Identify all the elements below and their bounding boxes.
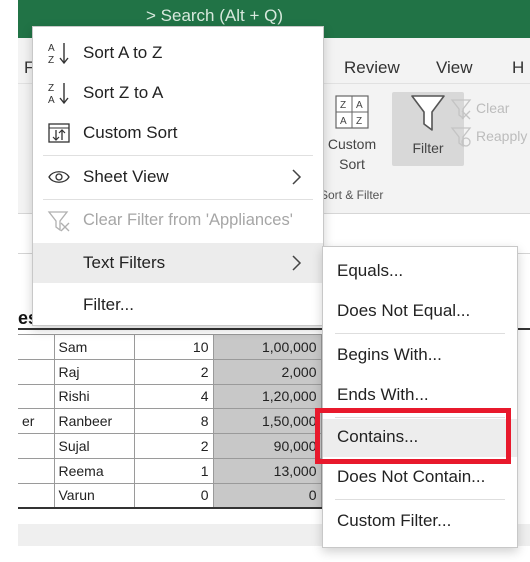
funnel-icon [411, 95, 445, 131]
filter-label: Filter [412, 140, 444, 156]
sort-az-label: Sort A to Z [83, 43, 163, 62]
table-cell[interactable] [18, 457, 55, 484]
highlight-box [315, 408, 511, 464]
svg-text:Z: Z [48, 55, 54, 65]
table-cell[interactable]: 2 [133, 358, 214, 385]
table-cell[interactable]: Varun [53, 482, 135, 510]
clear-label: Clear [476, 100, 510, 116]
tab-help-fragment[interactable]: H [512, 58, 524, 78]
table-cell[interactable]: er [18, 408, 55, 435]
table-cell[interactable]: 2,000 [212, 358, 322, 385]
sheet-view-item[interactable]: Sheet View [33, 157, 323, 197]
text-filters-item[interactable]: Text Filters [33, 243, 323, 283]
table-cell[interactable]: Sam [53, 334, 135, 360]
does-not-equal-label: Does Not Equal... [337, 301, 471, 320]
clear-filter-icon [450, 99, 472, 120]
table-cell[interactable]: 2 [133, 433, 214, 459]
sort-filter-group-label: Sort & Filter [320, 188, 384, 202]
table-cell[interactable]: 0 [133, 482, 214, 510]
table-cell[interactable]: 1,20,000 [212, 383, 322, 410]
reapply-icon [450, 127, 472, 148]
svg-text:A: A [48, 43, 55, 54]
menu-separator [335, 333, 505, 334]
table-cell[interactable]: Rishi [53, 383, 135, 410]
begins-with-item[interactable]: Begins With... [323, 337, 517, 375]
filter-label: Filter... [83, 295, 135, 314]
svg-text:A: A [356, 100, 363, 111]
equals-label: Equals... [337, 261, 404, 280]
filter-context-menu: A Z Sort A to Z Z A Sort Z to A Custom S… [32, 26, 324, 326]
reapply-label: Reapply [476, 128, 528, 144]
table-cell[interactable]: 10 [133, 334, 214, 360]
svg-text:A: A [340, 116, 347, 127]
table-cell[interactable] [18, 482, 55, 510]
table-cell[interactable]: Reema [53, 457, 135, 484]
clear-filter-item[interactable]: Clear Filter from 'Appliances' [33, 201, 323, 241]
svg-text:Z: Z [48, 83, 54, 94]
chevron-right-icon [292, 169, 302, 185]
custom-filter-item[interactable]: Custom Filter... [323, 503, 517, 541]
data-table: Sam 10 1,00,000 Raj 2 2,000 Rishi 4 1,20… [18, 334, 322, 510]
sort-za-label: Sort Z to A [83, 83, 164, 102]
ends-with-label: Ends With... [337, 385, 429, 404]
table-cell[interactable]: 1,00,000 [212, 334, 322, 360]
table-cell[interactable]: 90,000 [212, 433, 322, 459]
tab-review[interactable]: Review [344, 58, 400, 78]
table-cell[interactable]: Ranbeer [53, 408, 135, 435]
table-cell[interactable]: 8 [133, 408, 214, 435]
does-not-equal-item[interactable]: Does Not Equal... [323, 293, 517, 331]
table-row: Varun 0 0 [18, 482, 322, 510]
clear-filter-icon [47, 211, 70, 232]
custom-filter-label: Custom Filter... [337, 511, 452, 530]
table-cell[interactable]: 0 [212, 482, 322, 510]
reapply-button[interactable]: Reapply [450, 126, 530, 150]
sort-z-to-a-item[interactable]: Z A Sort Z to A [33, 73, 323, 113]
svg-text:Z: Z [340, 100, 346, 111]
table-row: Sujal 2 90,000 [18, 433, 322, 459]
menu-separator [335, 499, 505, 500]
menu-separator [43, 155, 313, 156]
custom-sort-label: Custom Sort [327, 136, 377, 172]
sheet-view-label: Sheet View [83, 167, 169, 186]
table-cell[interactable] [18, 433, 55, 459]
tab-view[interactable]: View [436, 58, 473, 78]
does-not-contain-label: Does Not Contain... [337, 467, 486, 486]
sort-za-icon: Z A [48, 83, 69, 105]
clear-filter-label: Clear Filter from 'Appliances' [83, 211, 293, 229]
table-row: Raj 2 2,000 [18, 358, 322, 385]
equals-item[interactable]: Equals... [323, 253, 517, 291]
custom-sort-icon: Z A A Z [335, 95, 369, 129]
table-cell[interactable]: 1 [133, 457, 214, 484]
table-cell[interactable]: Raj [53, 358, 135, 385]
table-cell[interactable]: 13,000 [212, 457, 322, 484]
chevron-right-icon [292, 255, 302, 271]
sort-a-to-z-item[interactable]: A Z Sort A to Z [33, 33, 323, 73]
search-box-fragment[interactable]: > Search (Alt + Q) [146, 6, 283, 26]
table-cell[interactable]: 4 [133, 383, 214, 410]
table-row: er Ranbeer 8 1,50,000 [18, 408, 322, 435]
table-cell[interactable]: 1,50,000 [212, 408, 322, 435]
custom-sort-item[interactable]: Custom Sort [33, 113, 323, 153]
does-not-contain-item[interactable]: Does Not Contain... [323, 459, 517, 497]
table-cell[interactable] [18, 383, 55, 410]
svg-text:Z: Z [356, 116, 362, 127]
eye-icon [48, 171, 70, 183]
begins-with-label: Begins With... [337, 345, 442, 364]
text-filters-submenu: Equals... Does Not Equal... Begins With.… [322, 246, 518, 548]
table-row: Rishi 4 1,20,000 [18, 383, 322, 410]
table-row: Reema 1 13,000 [18, 457, 322, 484]
filter-item[interactable]: Filter... [33, 285, 323, 325]
svg-text:A: A [48, 95, 55, 105]
table-cell[interactable]: Sujal [53, 433, 135, 459]
table-cell[interactable] [18, 334, 55, 360]
sort-az-icon: A Z [48, 43, 69, 65]
custom-sort-icon [48, 123, 70, 143]
custom-sort-button[interactable]: Z A A Z Custom Sort [324, 94, 380, 174]
table-cell[interactable] [18, 358, 55, 385]
text-filters-label: Text Filters [83, 253, 166, 272]
table-row: Sam 10 1,00,000 [18, 334, 322, 360]
custom-sort-label: Custom Sort [83, 123, 178, 142]
menu-separator [43, 199, 313, 200]
